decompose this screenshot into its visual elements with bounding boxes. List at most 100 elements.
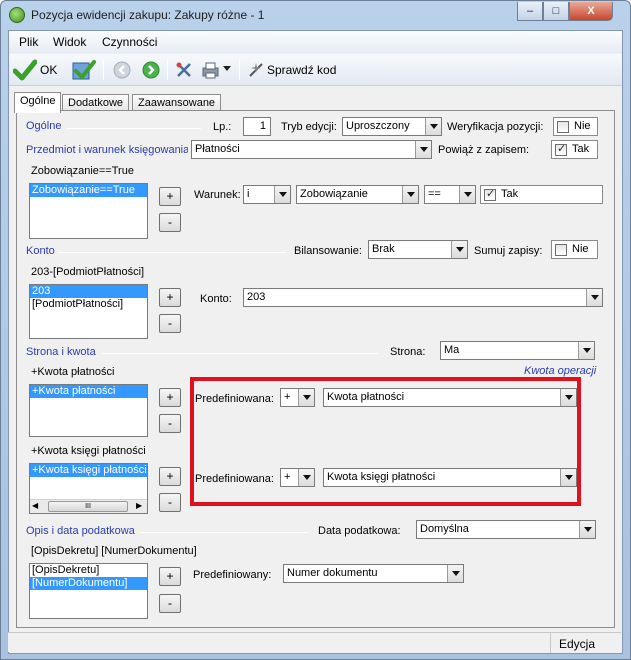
dropdown-arrow-icon[interactable]: [560, 389, 576, 406]
list-item[interactable]: [OpisDekretu]: [30, 564, 147, 577]
dropdown-arrow-icon[interactable]: [298, 389, 314, 406]
predef-value-2: Kwota księgi płatności: [327, 471, 436, 483]
konto-label: Konto:: [200, 293, 232, 305]
dropdown-arrow-icon[interactable]: [451, 241, 467, 258]
konto-list[interactable]: 203 [PodmiotPłatności]: [29, 284, 148, 339]
konto-select[interactable]: 203: [243, 288, 603, 307]
bilansowanie-select[interactable]: Brak: [368, 240, 468, 259]
back-arrow-icon[interactable]: [113, 61, 131, 79]
list-item[interactable]: 203: [30, 285, 147, 298]
dropdown-arrow-icon[interactable]: [560, 469, 576, 486]
close-button[interactable]: X: [569, 2, 613, 21]
ok-button[interactable]: OK: [13, 58, 63, 82]
condition-list[interactable]: Zobowiązanie==True: [29, 183, 148, 239]
kwota-ksiegi-list[interactable]: +Kwota księgi płatności ◀ III ▶: [29, 463, 148, 514]
add-condition-button[interactable]: +: [159, 187, 181, 206]
section-ogolne-title: Ogólne: [26, 120, 62, 132]
data-podatkowa-select[interactable]: Domyślna: [416, 520, 596, 539]
horizontal-scrollbar[interactable]: ◀ III ▶: [30, 499, 147, 513]
minimize-button[interactable]: –: [517, 2, 543, 21]
predef-sign-select-2[interactable]: +: [280, 468, 315, 487]
remove-condition-button[interactable]: -: [159, 213, 181, 232]
warunek-field-select[interactable]: Zobowiązanie: [296, 185, 419, 204]
lp-input[interactable]: 1: [243, 117, 271, 136]
checkbox-box-checked: [484, 187, 496, 201]
list-item[interactable]: [PodmiotPłatności]: [30, 298, 147, 311]
strona-select[interactable]: Ma: [440, 341, 595, 360]
dropdown-arrow-icon[interactable]: [586, 289, 602, 306]
add-kwota-platnosci-button[interactable]: +: [159, 388, 181, 407]
predef-value-select-2[interactable]: Kwota księgi płatności: [323, 468, 577, 487]
list-item[interactable]: Zobowiązanie==True: [30, 184, 147, 197]
predefiniowany-value: Numer dokumentu: [287, 567, 378, 579]
dropdown-arrow-icon[interactable]: [447, 565, 463, 582]
toolbar-separator: [103, 60, 104, 80]
add-konto-button[interactable]: +: [159, 288, 181, 307]
warunek-op-select[interactable]: i: [243, 185, 291, 204]
list-item[interactable]: [NumerDokumentu]: [30, 577, 147, 590]
remove-konto-button[interactable]: -: [159, 314, 181, 333]
kwota-platnosci-list[interactable]: +Kwota płatności: [29, 384, 148, 437]
scroll-thumb[interactable]: III: [48, 501, 128, 512]
dropdown-arrow-icon[interactable]: [402, 186, 418, 203]
list-item[interactable]: +Kwota księgi płatności: [30, 464, 147, 477]
list-item[interactable]: +Kwota płatności: [30, 385, 147, 398]
tryb-edycji-label: Tryb edycji:: [281, 121, 337, 133]
tryb-edycji-select[interactable]: Uproszczony: [342, 117, 442, 136]
remove-kwota-ksiegi-button[interactable]: -: [159, 493, 181, 512]
warunek-cmp-select[interactable]: ==: [424, 185, 476, 204]
bilansowanie-value: Brak: [372, 243, 395, 255]
opis-list[interactable]: [OpisDekretu] [NumerDokumentu]: [29, 563, 148, 619]
sumuj-label: Sumuj zapisy:: [474, 245, 543, 257]
tryb-edycji-value: Uproszczony: [346, 120, 410, 132]
menu-plik-label: Plik: [19, 35, 39, 49]
check-code-button[interactable]: Sprawdź kod: [247, 58, 347, 82]
predef-sign-select-1[interactable]: +: [280, 388, 315, 407]
dropdown-arrow-icon[interactable]: [459, 186, 475, 203]
remove-kwota-platnosci-button[interactable]: -: [159, 414, 181, 433]
chevron-down-icon[interactable]: [223, 66, 231, 72]
predef-value-select-1[interactable]: Kwota płatności: [323, 388, 577, 407]
forward-arrow-icon[interactable]: [142, 61, 160, 79]
scroll-left-icon[interactable]: ◀: [32, 501, 38, 510]
strona-value: Ma: [444, 344, 460, 356]
konto-value: 203: [247, 291, 266, 303]
menu-czynnosci-label: Czynności: [102, 35, 158, 49]
tools-icon[interactable]: [175, 61, 193, 79]
menu-czynnosci[interactable]: Czynności: [102, 35, 157, 49]
warunek-label: Warunek:: [194, 189, 241, 201]
dropdown-arrow-icon[interactable]: [579, 521, 595, 538]
opis-text: [OpisDekretu] [NumerDokumentu]: [31, 545, 197, 557]
przedmiot-select[interactable]: Płatności: [191, 140, 432, 159]
dropdown-arrow-icon[interactable]: [274, 186, 290, 203]
maximize-button[interactable]: □: [543, 2, 569, 21]
warunek-value-checkbox[interactable]: Tak: [480, 185, 603, 204]
dropdown-arrow-icon[interactable]: [415, 141, 431, 158]
data-podatkowa-value: Domyślna: [420, 523, 469, 535]
powiaz-checkbox[interactable]: Tak: [551, 140, 598, 159]
condition-text: Zobowiązanie==True: [31, 165, 134, 177]
dropdown-arrow-icon[interactable]: [578, 342, 594, 359]
lp-label: Lp.:: [213, 121, 232, 133]
scroll-right-icon[interactable]: ▶: [136, 501, 142, 510]
remove-opis-button[interactable]: -: [159, 594, 181, 613]
warunek-value: Tak: [501, 188, 519, 200]
print-icon[interactable]: [201, 60, 221, 80]
predefiniowany-select[interactable]: Numer dokumentu: [283, 564, 464, 583]
add-kwota-ksiegi-button[interactable]: +: [159, 467, 181, 486]
dropdown-arrow-icon[interactable]: [298, 469, 314, 486]
menu-widok[interactable]: Widok: [53, 35, 86, 49]
sumuj-checkbox[interactable]: Nie: [551, 240, 598, 259]
przedmiot-value: Płatności: [195, 143, 240, 155]
save-check-icon[interactable]: [71, 59, 97, 81]
tab-ogolne[interactable]: Ogólne: [14, 92, 62, 113]
weryfikacja-checkbox[interactable]: Nie: [553, 117, 598, 136]
section-divider: [58, 252, 286, 253]
warunek-field-value: Zobowiązanie: [300, 188, 368, 200]
dropdown-arrow-icon[interactable]: [425, 118, 441, 135]
ok-check-icon: [13, 59, 37, 81]
add-opis-button[interactable]: +: [159, 567, 181, 586]
menu-plik[interactable]: Plik: [19, 35, 38, 49]
checkbox-box: [557, 121, 569, 133]
predef-sign-value-1: +: [284, 391, 291, 403]
